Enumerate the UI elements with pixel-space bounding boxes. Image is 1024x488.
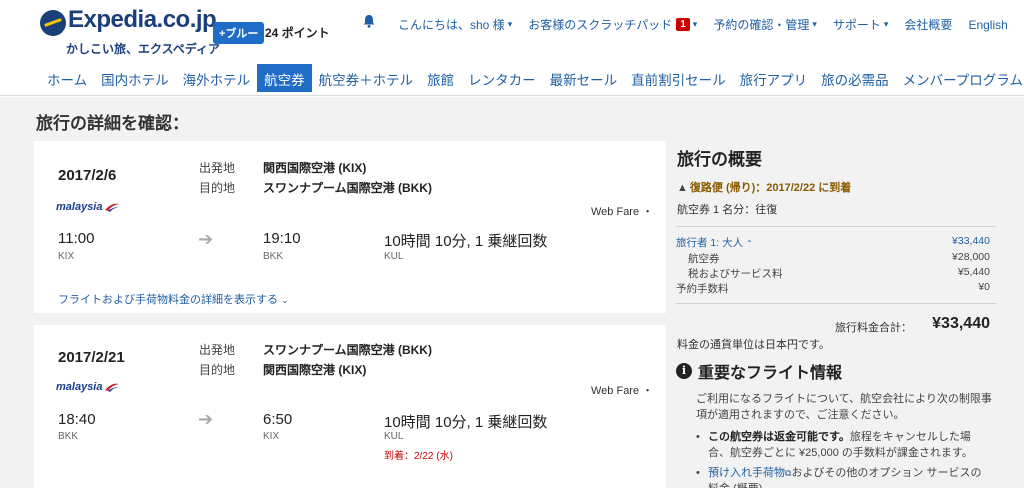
flight-duration: 10時間 10分, 1 乗継回数 — [384, 233, 548, 250]
airline-emblem-icon — [105, 203, 120, 212]
nav-last-minute[interactable]: 直前割引セール — [624, 64, 733, 92]
important-info-header: i 重要なフライト情報 — [676, 359, 842, 383]
connection-code: KUL — [384, 431, 404, 442]
airline-logo: malaysia — [56, 201, 120, 213]
page-title: 旅行の詳細を確認： — [36, 114, 189, 133]
about-link[interactable]: 会社概要 — [904, 16, 952, 33]
nav-travel-app[interactable]: 旅行アプリ — [733, 64, 815, 92]
refund-bullet: • この航空券は返金可能です。旅程をキャンセルした場合、航空券ごとに ¥25,0… — [696, 431, 973, 459]
origin-airport: 関西国際空港 (KIX) — [263, 161, 367, 175]
currency-note: 料金の通貨単位は日本円です。 — [677, 339, 830, 351]
logo-tagline: かしこい旅、エクスペディア — [66, 42, 220, 56]
nav-flight-hotel[interactable]: 航空券＋ホテル — [312, 64, 421, 92]
fare-type[interactable]: Web Fare ・ — [591, 203, 653, 219]
scratchpad-menu[interactable]: お客様のスクラッチパッド 1 ▾ — [528, 16, 697, 33]
divider — [676, 226, 996, 227]
manage-booking-menu[interactable]: 予約の確認・管理 ▾ — [713, 16, 817, 33]
destination-airport: 関西国際空港 (KIX) — [263, 363, 367, 377]
flight-card-outbound: 2017/2/6 malaysia 出発地 関西国際空港 (KIX) 目的地 ス… — [34, 141, 666, 313]
nav-latest-sale[interactable]: 最新セール — [543, 64, 625, 92]
page-content: 旅行の詳細を確認： 2017/2/6 malaysia 出発地 関西国際空港 (… — [0, 97, 1024, 488]
baggage-fees-link[interactable]: 預け入れ手荷物 — [708, 467, 785, 479]
greeting-menu[interactable]: こんにちは、sho 様 ▾ — [398, 16, 512, 33]
departure-time: 11:00 — [58, 230, 95, 247]
airline-emblem-icon — [105, 383, 120, 392]
english-link[interactable]: English — [968, 18, 1007, 32]
nav-home[interactable]: ホーム — [40, 64, 94, 92]
chevron-down-icon: ▾ — [507, 19, 513, 29]
site-header: Expedia.co.jp かしこい旅、エクスペディア +ブルー 24 ポイント… — [0, 0, 1024, 96]
departure-time: 18:40 — [58, 411, 96, 428]
scratchpad-badge: 1 — [676, 18, 690, 31]
origin-label: 出発地 — [199, 161, 236, 175]
origin-airport: スワンナプーム国際空港 (BKK) — [263, 343, 432, 357]
chevron-double-down-icon: ⌄ — [281, 295, 289, 305]
nav-travel-essentials[interactable]: 旅の必需品 — [814, 64, 896, 92]
departure-code: KIX — [58, 251, 75, 262]
nav-flights[interactable]: 航空券 — [257, 64, 312, 92]
flight-card-return: 2017/2/21 malaysia 出発地 スワンナプーム国際空港 (BKK)… — [34, 325, 666, 488]
nav-overseas-hotels[interactable]: 海外ホテル — [176, 64, 258, 92]
return-warning: ▲ 復路便 (帰り)：2017/2/22 に到着 — [677, 182, 852, 194]
origin-label: 出発地 — [199, 343, 236, 357]
expedia-globe-icon[interactable] — [40, 10, 66, 36]
fare-type[interactable]: Web Fare ・ — [591, 382, 653, 398]
important-info-text: ご利用になるフライトについて、航空会社により次の制限事項が適用されますので、ご注… — [696, 393, 992, 421]
nav-rental-car[interactable]: レンタカー — [461, 64, 543, 92]
arrow-right-icon: ➔ — [198, 229, 214, 249]
top-nav: こんにちは、sho 様 ▾ お客様のスクラッチパッド 1 ▾ 予約の確認・管理 ▾ サポ… — [398, 16, 1008, 33]
airline-logo: malaysia — [56, 381, 120, 393]
flight-duration: 10時間 10分, 1 乗継回数 — [384, 414, 548, 431]
show-details-link[interactable]: フライトおよび手荷物料金の詳細を表示する ⌄ — [58, 291, 289, 307]
support-menu[interactable]: サポート ▾ — [833, 16, 889, 33]
plus-blue-badge[interactable]: +ブルー — [213, 22, 265, 44]
main-nav: ホーム 国内ホテル 海外ホテル 航空券 航空券＋ホテル 旅館 レンタカー 最新セ… — [40, 64, 1024, 92]
arrival-time: 19:10 — [263, 230, 301, 247]
chevron-down-icon: ▾ — [692, 19, 698, 29]
connection-code: KUL — [384, 251, 404, 262]
arrival-code: KIX — [263, 431, 280, 442]
arrival-time: 6:50 — [263, 411, 293, 428]
chevron-down-icon: ▾ — [883, 19, 889, 29]
warning-icon: ▲ — [677, 182, 688, 194]
destination-airport: スワンナプーム国際空港 (BKK) — [263, 181, 432, 195]
info-icon: i — [676, 363, 692, 379]
chevron-up-icon: ⌃ — [746, 239, 753, 248]
arrival-code: BKK — [263, 251, 284, 262]
nav-ryokan[interactable]: 旅館 — [420, 64, 461, 92]
destination-label: 目的地 — [199, 363, 236, 377]
ticket-count: 航空券 1 名分：往復 — [677, 204, 778, 216]
nav-domestic-hotels[interactable]: 国内ホテル — [94, 64, 176, 92]
important-info-title: 重要なフライト情報 — [698, 365, 843, 382]
flight-date: 2017/2/6 — [58, 167, 117, 184]
divider — [676, 303, 996, 304]
baggage-bullet: • 預け入れ手荷物⧉およびその他のオプション サービスの料金 (概要) — [696, 467, 982, 488]
expedia-logo[interactable]: Expedia.co.jp — [68, 6, 217, 34]
flight-date: 2017/2/21 — [58, 349, 125, 366]
departure-code: BKK — [58, 431, 79, 442]
summary-title: 旅行の概要 — [677, 150, 762, 169]
chevron-down-icon: ▾ — [812, 19, 817, 29]
arrival-date-note: 到着：2/22 (水) — [384, 451, 453, 462]
nav-member-program[interactable]: メンバープログラム — [896, 64, 1024, 92]
total-label: 旅行料金合計： — [835, 322, 912, 334]
trip-summary: 旅行の概要 ▲ 復路便 (帰り)：2017/2/22 に到着 航空券 1 名分：往… — [676, 141, 996, 488]
total-price: ¥33,440 — [932, 315, 990, 332]
arrow-right-icon: ➔ — [198, 409, 214, 429]
bell-icon[interactable] — [362, 14, 376, 28]
points-count: 24 ポイント — [265, 26, 330, 40]
destination-label: 目的地 — [199, 181, 236, 195]
